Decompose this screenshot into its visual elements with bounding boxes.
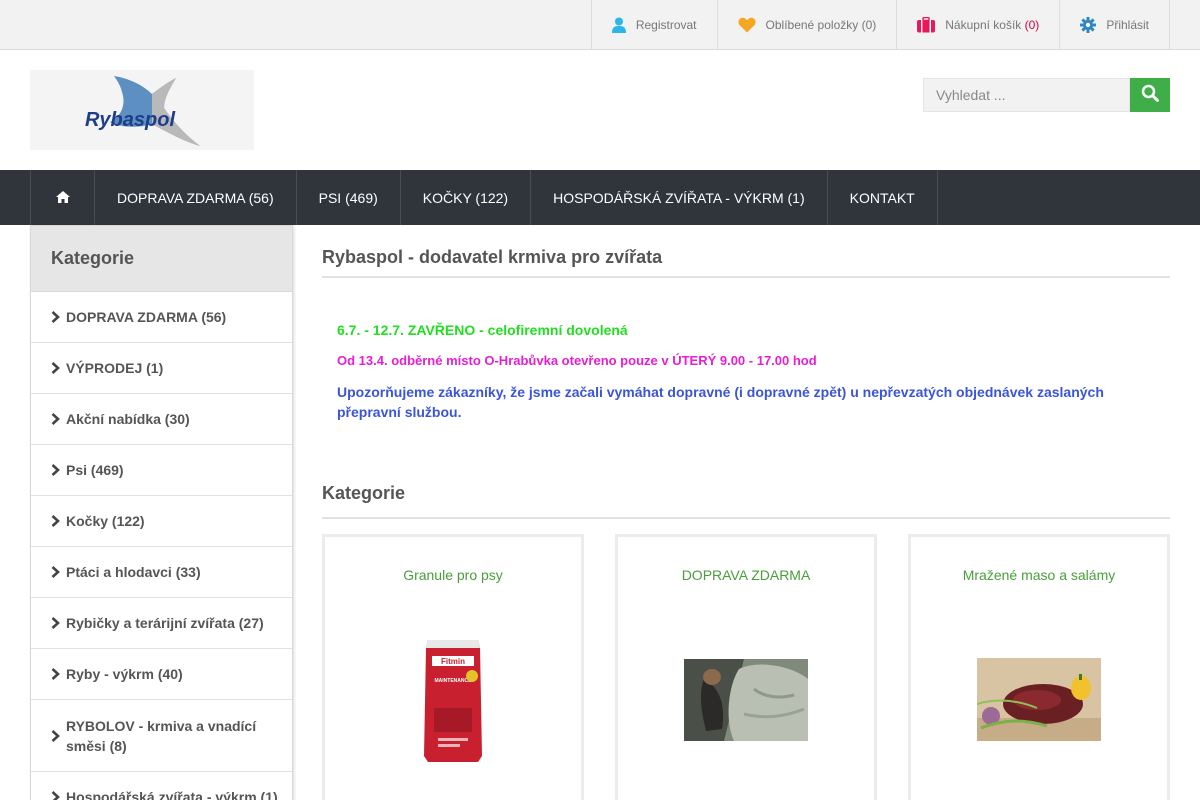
rybaspol-logo-image: Rybaspol [85, 76, 200, 146]
chevron-right-icon [51, 791, 66, 800]
cart-count: (0) [1024, 18, 1040, 32]
sidebar-item-label: VÝPRODEJ (1) [66, 360, 164, 376]
home-icon [55, 190, 70, 206]
category-cards: Granule pro psy Fitmin MAINTENANCE DOPRA… [322, 534, 1170, 800]
main-nav: DOPRAVA ZDARMA (56) PSI (469) KOČKY (122… [0, 170, 1200, 225]
sidebar-item-label: RYBOLOV - krmiva a vnadící směsi (8) [66, 717, 257, 754]
sidebar-title: Kategorie [31, 226, 292, 292]
cart-label: Nákupní košík [945, 18, 1022, 32]
site-logo[interactable]: Rybaspol [30, 70, 254, 150]
chevron-right-icon [51, 566, 66, 578]
nav-home[interactable] [30, 170, 94, 225]
register-label: Registrovat [635, 18, 697, 32]
sidebar-item-rybicky[interactable]: Rybičky a terárijní zvířata (27) [31, 598, 292, 649]
dog-food-bag-image: Fitmin MAINTENANCE [420, 636, 486, 769]
sidebar-item-label: Psi (469) [66, 462, 124, 478]
notice-shipping-fees: Upozorňujeme zákazníky, že jsme začali v… [337, 384, 1104, 420]
card-title: Mražené maso a salámy [962, 567, 1116, 583]
cart-link[interactable]: Nákupní košík (0) [896, 0, 1059, 50]
chevron-right-icon [51, 362, 66, 374]
sidebar-item-hospodarska-zvirata[interactable]: Hospodářská zvířata - výkrm (1) [31, 772, 292, 800]
register-link[interactable]: Registrovat [590, 0, 717, 50]
login-link[interactable]: Přihlásit [1059, 0, 1170, 50]
user-icon [611, 17, 626, 33]
nav-item-kontakt[interactable]: KONTAKT [826, 170, 938, 225]
sidebar-item-ptaci-a-hlodavci[interactable]: Ptáci a hlodavci (33) [31, 547, 292, 598]
main-content: Rybaspol - dodavatel krmiva pro zvířata … [322, 225, 1170, 800]
page-title: Rybaspol - dodavatel krmiva pro zvířata [322, 247, 1170, 278]
chevron-right-icon [51, 311, 66, 323]
search-button[interactable] [1130, 78, 1170, 112]
sidebar-item-ryby-vykrm[interactable]: Ryby - výkrm (40) [31, 649, 292, 700]
category-card-granule[interactable]: Granule pro psy Fitmin MAINTENANCE [322, 534, 584, 800]
sidebar-item-vyprodej[interactable]: VÝPRODEJ (1) [31, 343, 292, 394]
sidebar-item-label: Hospodářská zvířata - výkrm (1) [66, 789, 278, 800]
sidebar-item-label: Ryby - výkrm (40) [66, 666, 183, 682]
heart-icon [737, 17, 756, 33]
delivery-photo-image [684, 659, 808, 746]
category-card-mrazene-maso[interactable]: Mražené maso a salámy [908, 534, 1170, 800]
logo-text: Rybaspol [85, 109, 175, 131]
chevron-right-icon [51, 515, 66, 527]
gear-icon [1080, 17, 1097, 33]
search-box [923, 78, 1170, 112]
top-bar: Registrovat Oblíbené položky (0) Nákupní… [0, 0, 1200, 50]
nav-item-hospodarska-zvirata[interactable]: HOSPODÁŘSKÁ ZVÍŘATA - VÝKRM (1) [530, 170, 827, 225]
sidebar-item-label: Kočky (122) [66, 513, 145, 529]
nav-item-psi[interactable]: PSI (469) [295, 170, 400, 225]
bag-brand-text: Fitmin [441, 657, 465, 666]
sidebar-item-doprava-zdarma[interactable]: DOPRAVA ZDARMA (56) [31, 292, 292, 343]
card-title: Granule pro psy [403, 567, 503, 583]
suitcase-icon [917, 17, 936, 33]
nav-item-kocky[interactable]: KOČKY (122) [399, 170, 530, 225]
notice-closed: 6.7. - 12.7. ZAVŘENO - celofiremní dovol… [337, 322, 628, 338]
notice-pickup-hours: Od 13.4. odběrné místo O-Hrabůvka otevře… [337, 353, 817, 368]
category-sidebar: Kategorie DOPRAVA ZDARMA (56) VÝPRODEJ (… [30, 225, 293, 800]
sidebar-item-label: Rybičky a terárijní zvířata (27) [66, 615, 264, 631]
search-icon [1141, 84, 1159, 107]
nav-item-doprava-zdarma[interactable]: DOPRAVA ZDARMA (56) [94, 170, 296, 225]
chevron-right-icon [51, 413, 66, 425]
top-links: Registrovat Oblíbené položky (0) Nákupní… [590, 0, 1170, 50]
sidebar-item-label: Akční nabídka (30) [66, 411, 190, 427]
sidebar-item-rybolov[interactable]: RYBOLOV - krmiva a vnadící směsi (8) [31, 700, 292, 772]
sidebar-item-kocky[interactable]: Kočky (122) [31, 496, 292, 547]
chevron-right-icon [51, 464, 66, 476]
login-label: Přihlásit [1106, 18, 1149, 32]
chevron-right-icon [51, 729, 66, 742]
favorites-link[interactable]: Oblíbené položky (0) [716, 0, 897, 50]
bag-product-text: MAINTENANCE [435, 678, 473, 684]
sidebar-item-psi[interactable]: Psi (469) [31, 445, 292, 496]
meat-photo-image [976, 658, 1101, 746]
notice-box: 6.7. - 12.7. ZAVŘENO - celofiremní dovol… [322, 322, 1170, 422]
sidebar-item-akcni-nabidka[interactable]: Akční nabídka (30) [31, 394, 292, 445]
chevron-right-icon [51, 668, 66, 680]
search-input[interactable] [923, 78, 1130, 112]
category-card-doprava-zdarma[interactable]: DOPRAVA ZDARMA [615, 534, 877, 800]
card-title: DOPRAVA ZDARMA [681, 567, 811, 583]
categories-heading: Kategorie [322, 483, 1170, 519]
sidebar-item-label: DOPRAVA ZDARMA (56) [66, 309, 227, 325]
sidebar-item-label: Ptáci a hlodavci (33) [66, 564, 201, 580]
favorites-label: Oblíbené položky (0) [765, 18, 877, 32]
chevron-right-icon [51, 617, 66, 629]
